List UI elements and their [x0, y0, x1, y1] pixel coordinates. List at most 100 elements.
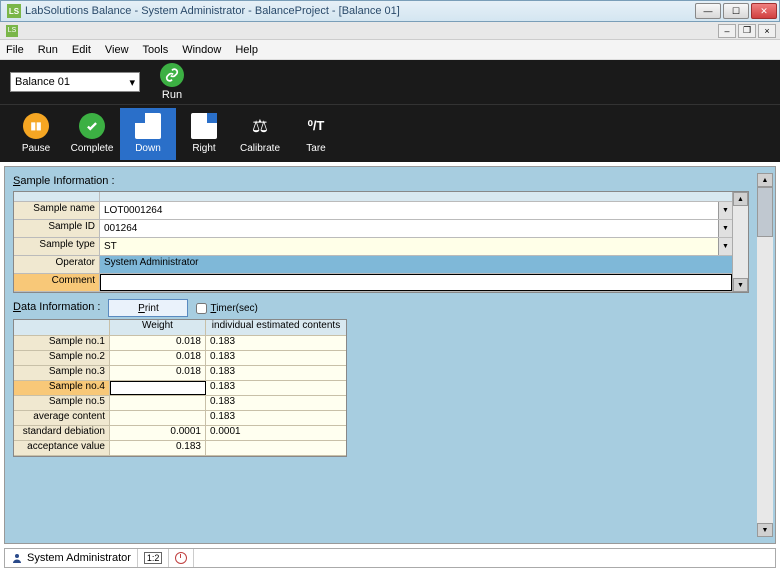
menu-run[interactable]: Run: [38, 44, 58, 56]
row-label: acceptance value: [14, 441, 110, 455]
row-label: Sample no.2: [14, 351, 110, 365]
row-label: Sample no.3: [14, 366, 110, 380]
chevron-down-icon: ▾: [129, 76, 135, 89]
statusbar: System Administrator 1:2: [4, 548, 776, 568]
window-maximize-button[interactable]: ☐: [723, 3, 749, 19]
panel-down-icon: [135, 113, 161, 139]
clock-icon: [175, 552, 187, 564]
sample-id-input[interactable]: [100, 220, 718, 237]
row-contents[interactable]: 0.183: [206, 366, 346, 380]
scroll-down-icon[interactable]: ▼: [733, 278, 748, 292]
table-row[interactable]: Sample no.20.0180.183: [14, 351, 346, 366]
row-contents[interactable]: 0.183: [206, 411, 346, 425]
status-ratio: 1:2: [144, 552, 163, 564]
table-row[interactable]: average content 0.183: [14, 411, 346, 426]
workspace: ▲ ▼ Sample Information : Sample name ▼ S…: [4, 166, 776, 544]
panel-right-icon: [191, 113, 217, 139]
sample-type-label: Sample type: [14, 238, 100, 255]
operator-value: System Administrator: [100, 256, 732, 273]
balance-select-value: Balance 01: [15, 76, 70, 88]
calibrate-label: Calibrate: [240, 143, 280, 154]
child-app-icon: LS: [6, 25, 18, 37]
menu-tools[interactable]: Tools: [143, 44, 169, 56]
row-label: standard debiation: [14, 426, 110, 440]
menu-edit[interactable]: Edit: [72, 44, 91, 56]
tare-button[interactable]: ⁰/T Tare: [288, 108, 344, 160]
mdi-child-bar: LS – ❐ ×: [0, 22, 780, 40]
pause-button[interactable]: ▮▮ Pause: [8, 108, 64, 160]
scroll-down-icon[interactable]: ▼: [757, 523, 773, 537]
run-button[interactable]: Run: [160, 63, 184, 101]
row-weight[interactable]: [110, 381, 206, 395]
tare-icon: ⁰/T: [303, 113, 329, 139]
window-minimize-button[interactable]: —: [695, 3, 721, 19]
row-label: average content: [14, 411, 110, 425]
tare-label: Tare: [306, 143, 325, 154]
print-button[interactable]: Print: [108, 299, 188, 317]
comment-input[interactable]: [100, 274, 732, 291]
run-label: Run: [162, 89, 182, 101]
table-row[interactable]: Sample no.5 0.183: [14, 396, 346, 411]
col-weight: Weight: [110, 320, 206, 335]
balance-select[interactable]: Balance 01 ▾: [10, 72, 140, 92]
child-restore-button[interactable]: ❐: [738, 24, 756, 38]
row-weight[interactable]: [110, 411, 206, 425]
toolbar-secondary: ▮▮ Pause Complete Down Right ⚖ Calibrate…: [0, 104, 780, 162]
down-button[interactable]: Down: [120, 108, 176, 160]
row-contents[interactable]: 0.0001: [206, 426, 346, 440]
toolbar-primary: Balance 01 ▾ Run: [0, 60, 780, 104]
timer-checkbox[interactable]: Timer(sec): [196, 303, 257, 314]
complete-label: Complete: [71, 143, 114, 154]
pause-icon: ▮▮: [23, 113, 49, 139]
link-icon: [160, 63, 184, 87]
table-row[interactable]: Sample no.40.183: [14, 381, 346, 396]
row-contents[interactable]: [206, 441, 346, 455]
workspace-scrollbar[interactable]: ▲ ▼: [757, 173, 773, 537]
sample-info-heading: Sample Information :: [13, 175, 767, 187]
scroll-up-icon[interactable]: ▲: [733, 192, 748, 206]
sample-info-scrollbar[interactable]: ▲ ▼: [732, 192, 748, 292]
menu-help[interactable]: Help: [235, 44, 258, 56]
menu-file[interactable]: File: [6, 44, 24, 56]
right-label: Right: [192, 143, 215, 154]
data-table: Weight individual estimated contents Sam…: [13, 319, 347, 457]
menu-view[interactable]: View: [105, 44, 129, 56]
sample-id-dropdown[interactable]: ▼: [718, 220, 732, 237]
row-weight[interactable]: 0.183: [110, 441, 206, 455]
right-button[interactable]: Right: [176, 108, 232, 160]
row-contents[interactable]: 0.183: [206, 396, 346, 410]
complete-button[interactable]: Complete: [64, 108, 120, 160]
sample-name-input[interactable]: [100, 202, 718, 219]
table-row[interactable]: acceptance value0.183: [14, 441, 346, 456]
down-label: Down: [135, 143, 161, 154]
timer-checkbox-input[interactable]: [196, 303, 207, 314]
sample-type-dropdown[interactable]: ▼: [718, 238, 732, 255]
row-contents[interactable]: 0.183: [206, 381, 346, 395]
menu-window[interactable]: Window: [182, 44, 221, 56]
row-label: Sample no.1: [14, 336, 110, 350]
row-weight[interactable]: 0.0001: [110, 426, 206, 440]
row-label: Sample no.5: [14, 396, 110, 410]
sample-name-dropdown[interactable]: ▼: [718, 202, 732, 219]
child-minimize-button[interactable]: –: [718, 24, 736, 38]
calibrate-button[interactable]: ⚖ Calibrate: [232, 108, 288, 160]
check-icon: [79, 113, 105, 139]
window-close-button[interactable]: ✕: [751, 3, 777, 19]
row-weight[interactable]: 0.018: [110, 351, 206, 365]
row-weight[interactable]: [110, 396, 206, 410]
row-weight[interactable]: 0.018: [110, 336, 206, 350]
table-row[interactable]: Sample no.10.0180.183: [14, 336, 346, 351]
row-contents[interactable]: 0.183: [206, 351, 346, 365]
operator-label: Operator: [14, 256, 100, 273]
weight-icon: ⚖: [247, 113, 273, 139]
pause-label: Pause: [22, 143, 50, 154]
row-contents[interactable]: 0.183: [206, 336, 346, 350]
scroll-thumb[interactable]: [757, 187, 773, 237]
child-close-button[interactable]: ×: [758, 24, 776, 38]
row-weight[interactable]: 0.018: [110, 366, 206, 380]
table-row[interactable]: Sample no.30.0180.183: [14, 366, 346, 381]
table-row[interactable]: standard debiation0.00010.0001: [14, 426, 346, 441]
window-titlebar: LS LabSolutions Balance - System Adminis…: [0, 0, 780, 22]
scroll-up-icon[interactable]: ▲: [757, 173, 773, 187]
sample-type-input[interactable]: [100, 238, 718, 255]
